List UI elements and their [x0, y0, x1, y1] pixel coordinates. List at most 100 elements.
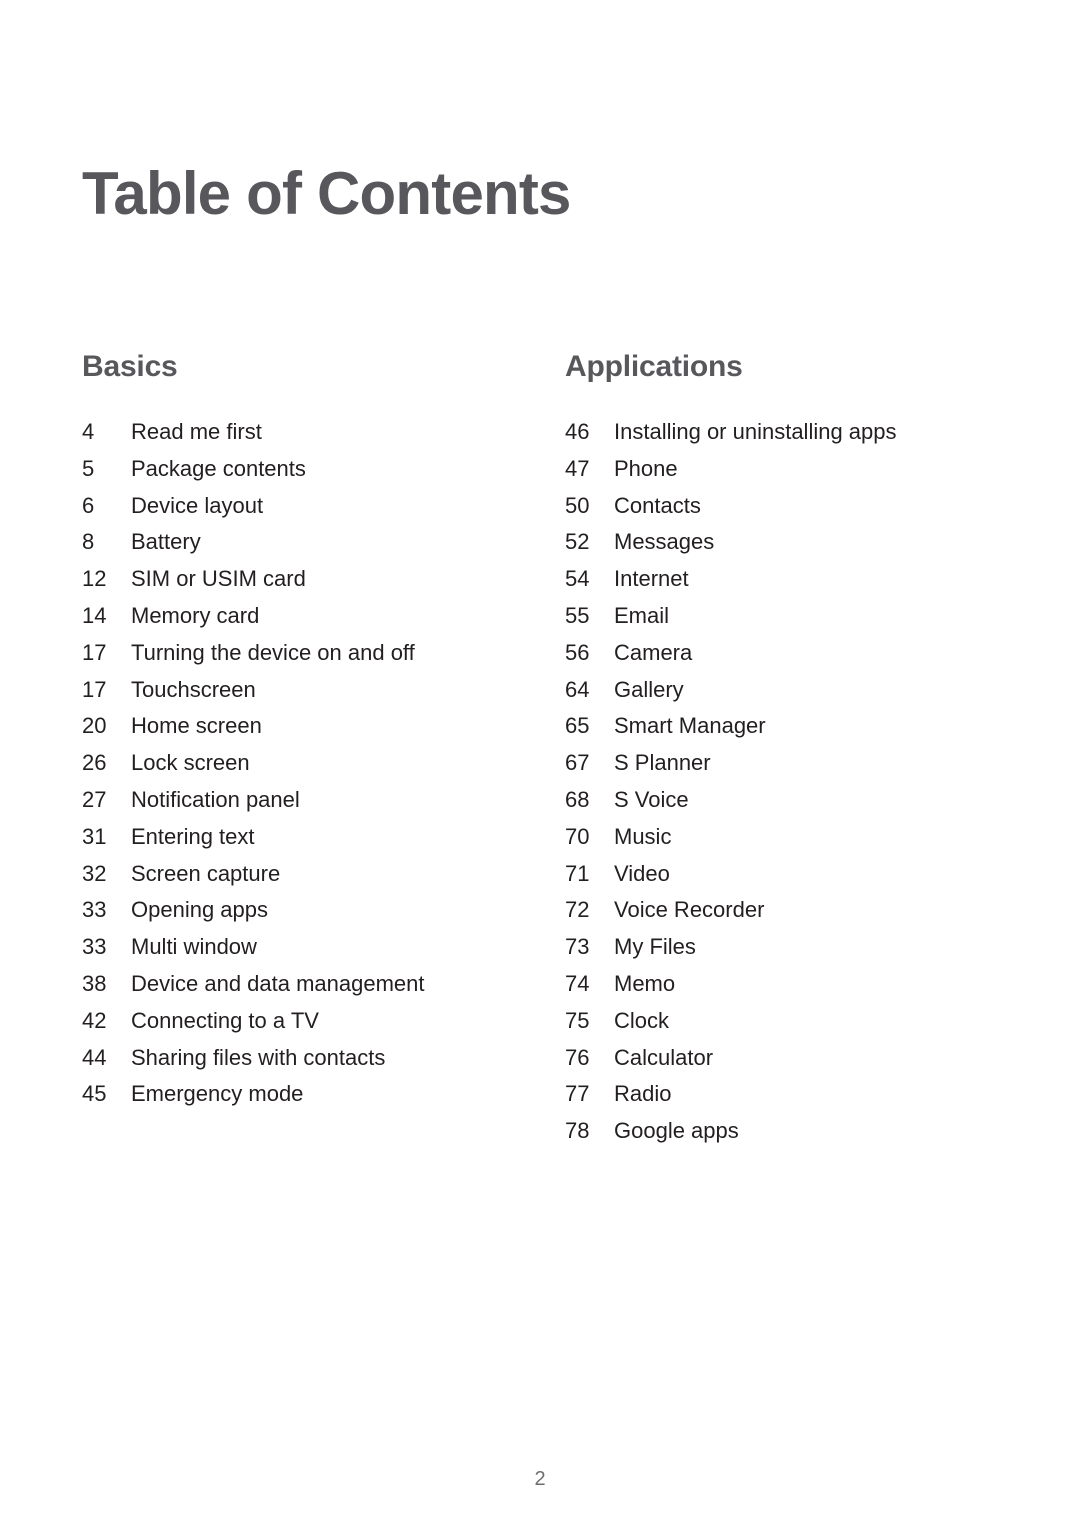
toc-entry-label: Clock: [614, 1007, 670, 1033]
toc-entry-page-number: 8: [82, 529, 95, 555]
section-heading-basics: Basics: [82, 350, 178, 383]
toc-entry-page-number: 78: [565, 1118, 590, 1144]
toc-entry-label: My Files: [614, 934, 696, 960]
toc-entry-page-number: 4: [82, 419, 95, 444]
toc-entry[interactable]: 38 Device and data management: [82, 966, 542, 1003]
toc-entry-label: Multi window: [131, 934, 257, 960]
toc-entry-page-number: 64: [565, 676, 590, 702]
toc-entry-page-number: 14: [82, 602, 107, 628]
toc-entry[interactable]: 54 Internet: [565, 561, 1025, 598]
toc-entry-label: Turning the device on and off: [131, 639, 415, 665]
toc-entry-label: Notification panel: [131, 786, 300, 812]
toc-entry[interactable]: 64 Gallery: [565, 672, 1025, 709]
toc-entry[interactable]: 77 Radio: [565, 1076, 1025, 1113]
toc-list-basics: 4 Read me first 5 Package contents 6 Device l…: [82, 414, 542, 1113]
toc-entry[interactable]: 72 Voice Recorder: [565, 892, 1025, 929]
toc-entry-label: Emergency mode: [131, 1081, 304, 1107]
toc-entry[interactable]: 8 Battery: [82, 524, 542, 561]
toc-entry-page-number: 42: [82, 1007, 107, 1033]
toc-entry-page-number: 44: [82, 1044, 107, 1070]
toc-entry-page-number: 17: [82, 639, 107, 665]
toc-entry-label: Internet: [614, 566, 689, 592]
toc-entry[interactable]: 68 S Voice: [565, 782, 1025, 819]
toc-list-applications: 46 Installing or uninstalling apps 47 Phone…: [565, 414, 1025, 1150]
toc-entry[interactable]: 46 Installing or uninstalling apps: [565, 414, 1025, 451]
toc-entry-label: Memory card: [131, 602, 260, 628]
toc-column-applications: Applications 46 Installing or uninstallin…: [565, 352, 1025, 1150]
toc-entry-label: Entering text: [131, 823, 255, 849]
toc-entry-label: Video: [614, 860, 670, 886]
toc-entry-label: Sharing files with contacts: [131, 1044, 386, 1070]
toc-entry-page-number: 73: [565, 934, 590, 960]
toc-entry-label: Google apps: [614, 1118, 739, 1144]
toc-entry[interactable]: 4 Read me first: [82, 414, 542, 451]
toc-entry-page-number: 55: [565, 602, 590, 628]
toc-entry[interactable]: 33 Opening apps: [82, 892, 542, 929]
toc-entry[interactable]: 17 Touchscreen: [82, 672, 542, 709]
toc-entry-label: Screen capture: [131, 860, 281, 886]
toc-entry[interactable]: 12 SIM or USIM card: [82, 561, 542, 598]
toc-entry[interactable]: 65 Smart Manager: [565, 708, 1025, 745]
toc-entry-label: Gallery: [614, 676, 684, 702]
toc-entry[interactable]: 52 Messages: [565, 524, 1025, 561]
toc-entry[interactable]: 42 Connecting to a TV: [82, 1003, 542, 1040]
toc-entry-label: Messages: [614, 529, 715, 555]
toc-entry-page-number: 56: [565, 639, 590, 665]
toc-entry[interactable]: 47 Phone: [565, 451, 1025, 488]
toc-entry-page-number: 20: [82, 713, 107, 739]
toc-entry-page-number: 26: [82, 750, 107, 776]
toc-entry-page-number: 50: [565, 492, 590, 518]
toc-entry-page-number: 33: [82, 934, 107, 960]
toc-entry[interactable]: 45 Emergency mode: [82, 1076, 542, 1113]
toc-entry[interactable]: 27 Notification panel: [82, 782, 542, 819]
toc-entry-label: Touchscreen: [131, 676, 256, 702]
toc-entry[interactable]: 78 Google apps: [565, 1113, 1025, 1150]
toc-entry[interactable]: 55 Email: [565, 598, 1025, 635]
toc-entry[interactable]: 33 Multi window: [82, 929, 542, 966]
toc-entry[interactable]: 26 Lock screen: [82, 745, 542, 782]
toc-entry[interactable]: 44 Sharing files with contacts: [82, 1040, 542, 1077]
toc-entry-label: Music: [614, 823, 672, 849]
toc-entry-page-number: 76: [565, 1044, 590, 1070]
toc-entry-page-number: 17: [82, 676, 107, 702]
toc-entry[interactable]: 17 Turning the device on and off: [82, 635, 542, 672]
toc-entry-label: Radio: [614, 1081, 672, 1107]
toc-entry[interactable]: 74 Memo: [565, 966, 1025, 1003]
toc-entry-page-number: 65: [565, 713, 590, 739]
toc-entry-label: Memo: [614, 970, 676, 996]
toc-entry[interactable]: 76 Calculator: [565, 1040, 1025, 1077]
toc-column-basics: Basics 4 Read me first 5 Package contents 6 D…: [82, 352, 542, 1113]
toc-entry[interactable]: 31 Entering text: [82, 819, 542, 856]
toc-entry[interactable]: 5 Package contents: [82, 451, 542, 488]
footer-page-number: 2: [534, 1468, 546, 1490]
toc-entry-label: S Planner: [614, 750, 711, 776]
toc-entry[interactable]: 50 Contacts: [565, 488, 1025, 525]
toc-entry-page-number: 38: [82, 970, 107, 996]
toc-entry-label: Calculator: [614, 1044, 714, 1070]
toc-entry[interactable]: 71 Video: [565, 856, 1025, 893]
toc-entry-label: SIM or USIM card: [131, 566, 306, 592]
toc-entry[interactable]: 70 Music: [565, 819, 1025, 856]
toc-entry-page-number: 74: [565, 970, 590, 996]
toc-entry[interactable]: 73 My Files: [565, 929, 1025, 966]
toc-entry-page-number: 68: [565, 786, 590, 812]
toc-entry-page-number: 52: [565, 529, 590, 555]
toc-entry-label: Voice Recorder: [614, 897, 765, 923]
section-heading-applications: Applications: [565, 350, 743, 383]
toc-entry-label: Lock screen: [131, 750, 250, 776]
toc-entry-page-number: 45: [82, 1081, 107, 1107]
toc-entry-page-number: 12: [82, 566, 107, 592]
toc-entry[interactable]: 75 Clock: [565, 1003, 1025, 1040]
toc-entry[interactable]: 67 S Planner: [565, 745, 1025, 782]
toc-entry-page-number: 5: [82, 455, 95, 481]
toc-entry[interactable]: 14 Memory card: [82, 598, 542, 635]
toc-entry-label: Home screen: [131, 713, 262, 739]
toc-entry-page-number: 77: [565, 1081, 590, 1107]
toc-entry[interactable]: 6 Device layout: [82, 488, 542, 525]
toc-entry-page-number: 31: [82, 823, 107, 849]
toc-entry[interactable]: 20 Home screen: [82, 708, 542, 745]
toc-entry-page-number: 32: [82, 860, 107, 886]
toc-entry[interactable]: 56 Camera: [565, 635, 1025, 672]
toc-entry-label: Package contents: [131, 455, 306, 481]
toc-entry[interactable]: 32 Screen capture: [82, 856, 542, 893]
